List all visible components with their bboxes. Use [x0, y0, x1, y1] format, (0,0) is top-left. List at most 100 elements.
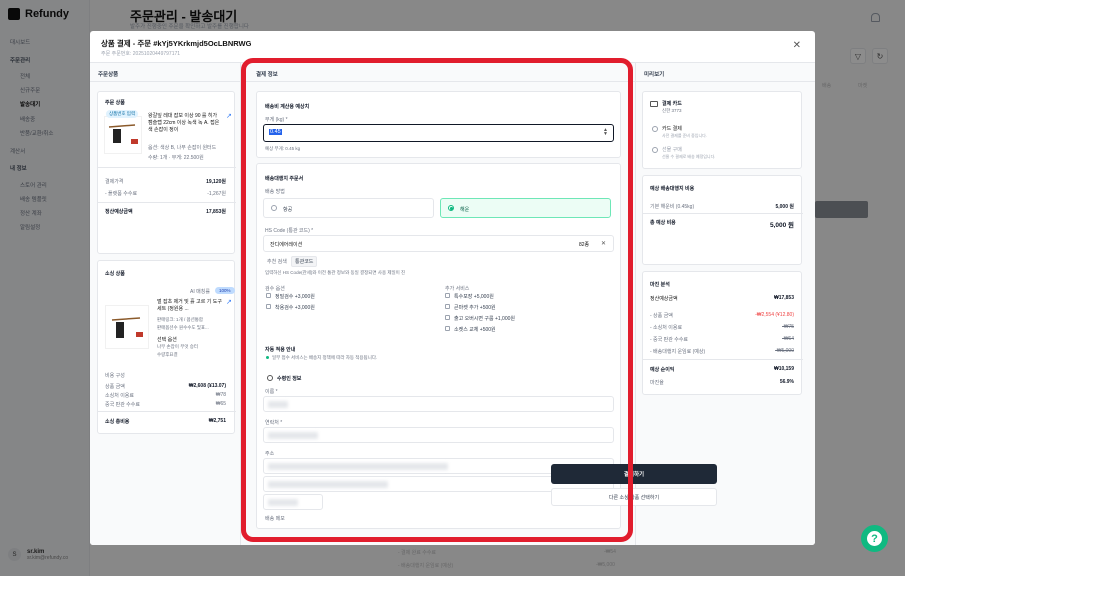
weight-label: 무게 (kg) *	[265, 117, 288, 123]
external-link-icon[interactable]: ↗	[226, 298, 232, 306]
checkbox-extra-3[interactable]	[445, 315, 450, 320]
cost-sourcing-value: ₩78	[215, 392, 226, 398]
extra-services-title: 추가 서비스	[445, 286, 470, 292]
margin-settle-value: ₩17,853	[773, 295, 794, 301]
order-product-name: 왕갈잎 레대 잡보 이상 90 를 히가 캠슬랩 22cm 이상 녹색 녹 A.…	[148, 113, 220, 133]
hs-code-count: 82종	[579, 242, 590, 248]
radio-sea[interactable]	[448, 205, 454, 211]
tab-hs-code[interactable]: 통관코드	[291, 256, 318, 267]
margin-sourcing-label: - 소싱처 이용료	[650, 325, 683, 331]
margin-goods-value: -₩2,554 (¥12.80)	[755, 312, 794, 318]
help-button[interactable]: ?	[861, 525, 888, 552]
bullet-dot-icon	[266, 356, 269, 359]
settle-value: 17,853원	[206, 209, 226, 215]
margin-title: 마진 분석	[650, 282, 670, 288]
hs-code-input[interactable]: 잔디에어레이션 82종 ✕	[263, 235, 614, 252]
redacted-address-2	[268, 481, 388, 488]
checkbox-extra-4[interactable]	[445, 326, 450, 331]
auto-apply-text: 일부 접수 서비스는 배송지 정책에 따라 자동 적용됩니다.	[272, 355, 378, 360]
margin-goods-label: - 상품 금액	[650, 313, 673, 319]
margin-analysis-card: 마진 분석 정산예상금액 ₩17,853 - 상품 금액 -₩2,554 (¥1…	[642, 271, 803, 395]
cost-china-fee-label: 중국 판관 수수료	[105, 402, 140, 408]
forwarder-cost-title: 예상 배송대행지 비용	[650, 186, 695, 192]
auto-apply-title: 자동 적용 안내	[265, 347, 296, 353]
order-product-column: 주문상품 주문 상품 상품번호 입력 ↗ 왕갈잎 레대 잡보 이상 90 를 히…	[90, 63, 241, 545]
checkbox-extra-1[interactable]	[445, 293, 450, 298]
order-product-header: 주문상품	[98, 72, 119, 78]
stepper-icon[interactable]: ▲ ▼	[603, 128, 608, 137]
tool-image-icon	[111, 317, 143, 338]
card-pay-sub: 사전 결제를 준비 중입니다.	[662, 133, 707, 138]
inspect-title: 검수 옵션	[265, 286, 285, 292]
pay-button[interactable]: 결제하기	[551, 464, 717, 484]
method-air-label: 항공	[283, 207, 293, 213]
price-label: 결제가격	[105, 179, 124, 185]
base-fee-label: 기본 해운비 (0.45kg)	[650, 204, 695, 210]
margin-rate-value: 56.9%	[779, 379, 794, 385]
question-icon: ?	[867, 531, 882, 546]
settle-label: 정산예상금액	[105, 209, 133, 215]
ai-match-badge: 100%	[215, 287, 235, 294]
method-air-option[interactable]: 항공	[263, 198, 434, 218]
gift-buy-sub: 선물 수 결제로 배송 예정입니다.	[662, 154, 716, 159]
card-pay-label: 카드 결제	[662, 126, 682, 132]
payment-info-header: 결제 정보	[256, 72, 278, 78]
modal-title: 상품 결제 - 주문 #kYj5YKrkmjd5OcLBNRWG	[101, 39, 252, 48]
gift-buy-label: 선물 구매	[662, 147, 682, 153]
weight-hint: 예상 무게: 0.45 kg	[265, 146, 301, 151]
checkbox-extra-2[interactable]	[445, 304, 450, 309]
select-other-source-button[interactable]: 다른 소싱 상품 선택하기	[551, 488, 717, 506]
external-link-icon[interactable]: ↗	[226, 112, 232, 120]
radio-gift-buy[interactable]	[652, 147, 658, 153]
weight-input[interactable]: 0.45 ▲ ▼	[263, 124, 614, 142]
source-option-sub: 수량후묘결	[157, 352, 178, 357]
receiver-title: 수령인 정보	[277, 376, 302, 382]
receiver-name-label: 이름 *	[265, 389, 278, 395]
order-product-title: 주문 상품	[105, 100, 125, 106]
source-meta-2: 판매옵션수 원수수도 및표...	[157, 325, 209, 330]
source-option-label: 선택 옵션	[157, 337, 177, 343]
delivery-memo-label: 배송 메모	[265, 516, 285, 522]
tab-recommend[interactable]: 추천 검색	[264, 257, 290, 266]
shipping-method-label: 배송 방법	[265, 189, 285, 195]
clear-icon[interactable]: ✕	[601, 240, 606, 247]
margin-forwarder-label: - 배송대행지 운임료 (예상)	[650, 349, 706, 355]
order-product-card: 주문 상품 상품번호 입력 ↗ 왕갈잎 레대 잡보 이상 90 를 히가 캠슬랩…	[97, 91, 236, 254]
platform-fee-label: - 플랫폼 수수료	[105, 191, 138, 197]
checkbox-inspect-detail[interactable]	[266, 293, 271, 298]
address-label: 주소	[265, 451, 275, 457]
extra-service-4: 소켓스 교체 +500원	[454, 327, 496, 333]
postal-code-input[interactable]	[263, 494, 323, 510]
preview-header: 미리보기	[644, 72, 665, 78]
method-sea-label: 해운	[460, 207, 470, 213]
payment-card-sub: 신한 3773	[662, 108, 682, 113]
sourcing-total-label: 소싱 총비용	[105, 419, 130, 425]
close-icon[interactable]: ✕	[793, 40, 801, 51]
radio-air[interactable]	[271, 205, 277, 211]
credit-card-icon	[650, 101, 658, 107]
order-product-option: 옵션: 색상 B, 나무 손잡이 원터드	[148, 145, 217, 151]
method-sea-option[interactable]: 해운	[440, 198, 611, 218]
inspect-wear-label: 착용검수 +3,000원	[275, 305, 315, 311]
shipping-calc-title: 배송비 계산용 예상치	[265, 104, 310, 110]
receiver-name-input[interactable]	[263, 396, 614, 412]
payment-card-title: 결제 카드	[662, 101, 682, 107]
radio-card-pay[interactable]	[652, 126, 658, 132]
hoe-image-icon	[108, 124, 138, 144]
margin-rate-label: 마진율	[650, 380, 664, 386]
order-product-thumbnail	[104, 116, 142, 154]
margin-forwarder-value: -₩5,000	[775, 348, 794, 354]
net-profit-label: 예상 순이익	[650, 367, 675, 373]
redacted-phone	[268, 432, 318, 439]
receiver-phone-label: 연락처 *	[265, 420, 283, 426]
price-value: 19,120원	[206, 179, 226, 185]
cost-goods-label: 상품 금액	[105, 384, 125, 390]
cost-sourcing-label: 소싱처 이용료	[105, 393, 134, 399]
forwarder-title: 배송대행지 주문서	[265, 176, 304, 182]
total-cost-label: 총 예상 비용	[650, 220, 676, 226]
receiver-phone-input[interactable]	[263, 427, 614, 443]
checkbox-inspect-wear[interactable]	[266, 304, 271, 309]
source-product-card: 소싱 상품 AI 매칭률 100% ↗ 벌 잡초 제거 및 흙 고르 기 도구 …	[97, 260, 236, 434]
redacted-address-1	[268, 463, 448, 470]
cost-china-fee-value: ₩65	[215, 401, 226, 407]
